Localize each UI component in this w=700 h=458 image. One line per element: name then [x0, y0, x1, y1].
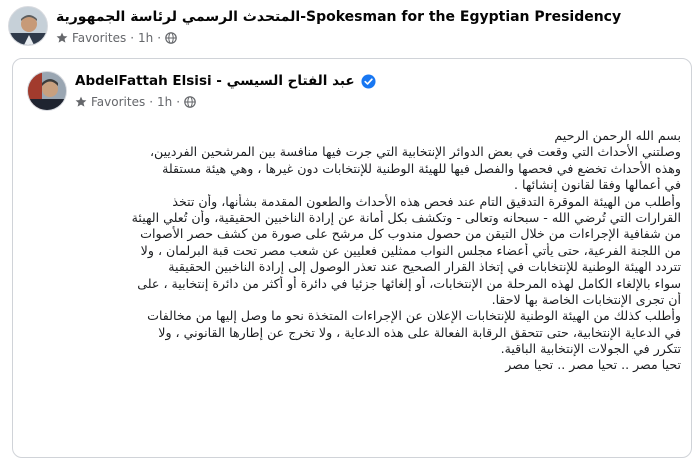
star-icon [75, 96, 87, 107]
shared-post-time[interactable]: 1h [157, 95, 172, 109]
meta-separator: · [176, 95, 181, 109]
post-text-line: سواء بالإلغاء الكامل لهذه المرحلة من الإ… [137, 275, 681, 291]
post-text-line: وهذه الأحداث تخضع في فحصها والفصل فيها ل… [162, 160, 681, 176]
outer-audience-label[interactable]: Favorites [72, 31, 126, 45]
post-text-line: أن تجرى الإنتخابات الخاصة بها لاحقا. [491, 291, 681, 307]
post-text-line: من شفافية الإجراءات من خلال التيقن من حص… [140, 226, 681, 242]
outer-post-meta: Favorites · 1h · [56, 31, 177, 45]
post-text-line: في الدعاية الإنتخابية، حتى تتحقق الرقابة… [158, 324, 681, 340]
shared-author-row: AbdelFattah Elsisi - عبد الفتاح السيسي [75, 73, 376, 89]
post-text-line: وأطلب كذلك من الهيئة الوطنية للإنتخابات … [147, 308, 681, 324]
meta-separator: · [130, 31, 135, 45]
post-text-line: تتردد الهيئة الوطنية للإنتخابات في إتخاذ… [168, 259, 681, 275]
post-text-line: القرارات التي تُرضي الله - سبحانه وتعالى… [131, 209, 681, 225]
post-text-line: وصلتني الأحداث التي وقعت في بعض الدوائر … [149, 144, 681, 160]
meta-separator: · [157, 31, 162, 45]
post-body-text: بسم الله الرحمن الرحيم وصلتني الأحداث ال… [29, 128, 681, 374]
profile-photo-icon[interactable] [8, 6, 48, 46]
star-icon [56, 32, 68, 43]
outer-post-time[interactable]: 1h [138, 31, 153, 45]
globe-icon [184, 96, 196, 108]
outer-post-header: المتحدث الرسمي لرئاسة الجمهورية-Spokesma… [0, 0, 700, 52]
globe-icon [165, 32, 177, 44]
post-text-line: وأطلب من الهيئة الموقرة التدقيق التام عن… [172, 193, 681, 209]
meta-separator: · [149, 95, 154, 109]
post-text-line: تتكرر في الجولات الإنتخابية الباقية. [500, 341, 681, 357]
shared-post-card[interactable]: AbdelFattah Elsisi - عبد الفتاح السيسي F… [12, 58, 692, 458]
post-text-line: في أعمالها وفقا لقانون إنشائها . [514, 177, 681, 193]
shared-post-meta: Favorites · 1h · [75, 95, 196, 109]
verified-badge-icon [361, 73, 376, 89]
outer-author-name[interactable]: المتحدث الرسمي لرئاسة الجمهورية-Spokesma… [56, 9, 621, 25]
profile-photo-icon[interactable] [27, 71, 67, 111]
post-text-line: من اللجنة الفرعية، حتى يأتي أعضاء مجلس ا… [140, 242, 681, 258]
shared-author-name[interactable]: AbdelFattah Elsisi - عبد الفتاح السيسي [75, 73, 355, 89]
post-text-line: بسم الله الرحمن الرحيم [554, 128, 681, 143]
post-text-line: تحيا مصر .. تحيا مصر .. تحيا مصر [505, 357, 681, 373]
shared-audience-label[interactable]: Favorites [91, 95, 145, 109]
